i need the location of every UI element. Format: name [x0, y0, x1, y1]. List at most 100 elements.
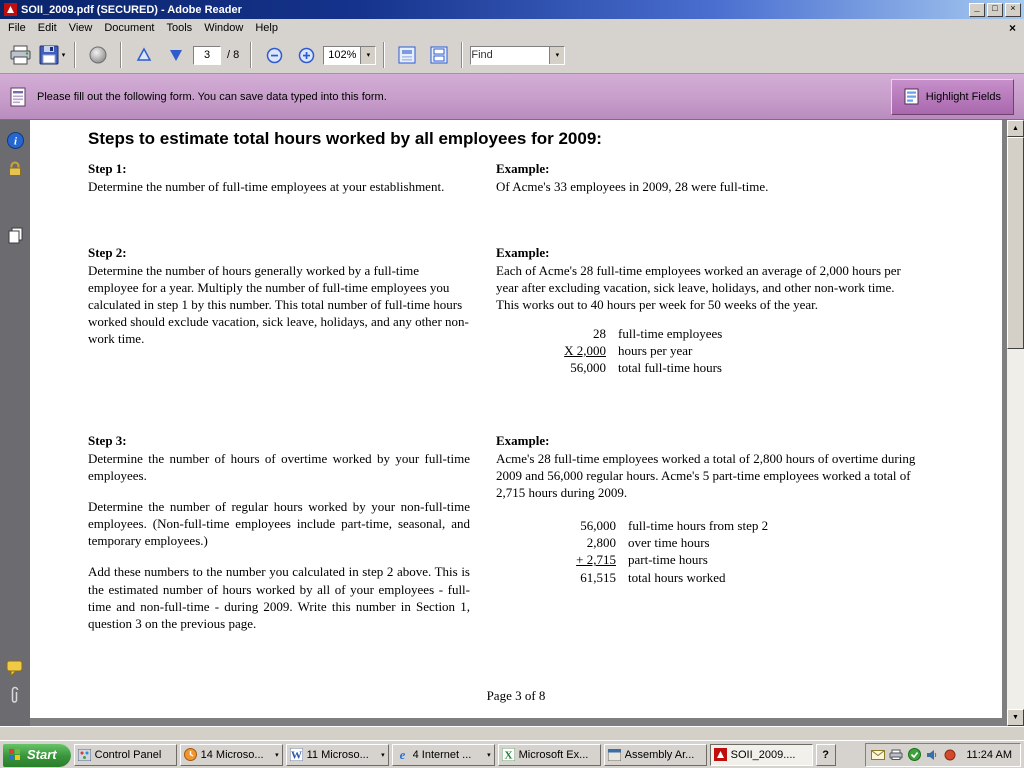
info-icon: i [7, 132, 24, 149]
document-columns: Step 1: Determine the number of full-tim… [88, 160, 974, 632]
pages-panel-button[interactable] [3, 224, 27, 248]
arrow-up-icon [136, 47, 152, 63]
document-close-icon[interactable]: × [1001, 21, 1024, 35]
calc-number: 28 [496, 325, 606, 342]
example-text: Of Acme's 33 employees in 2009, 28 were … [496, 178, 916, 195]
highlight-fields-icon [904, 88, 919, 105]
how-to-panel-button[interactable]: i [3, 128, 27, 152]
antivirus-tray-icon[interactable] [907, 748, 921, 762]
toolbar-separator [120, 42, 122, 68]
toolbar-separator [250, 42, 252, 68]
calc-number: 56,000 [496, 517, 616, 534]
svg-text:W: W [291, 750, 302, 762]
example-1-block: Example: Of Acme's 33 employees in 2009,… [496, 160, 916, 244]
calculation-2: 56,000full-time hours from step 2 2,800o… [496, 517, 916, 586]
navigation-sidebar: i [0, 120, 30, 726]
pan-tool-button[interactable] [83, 40, 113, 70]
clock[interactable]: 11:24 AM [966, 749, 1012, 761]
menu-help[interactable]: Help [249, 20, 284, 36]
menu-document[interactable]: Document [98, 20, 160, 36]
volume-tray-icon[interactable] [925, 748, 939, 762]
page-total-label: / 8 [227, 49, 239, 61]
help-button[interactable]: ? [816, 744, 836, 766]
taskbar-button-control-panel[interactable]: Control Panel [74, 744, 177, 766]
horizontal-scrollbar[interactable] [0, 726, 1024, 740]
close-button[interactable]: × [1005, 3, 1021, 17]
attachments-panel-button[interactable] [3, 684, 27, 708]
paperclip-icon [9, 686, 21, 706]
step-3-block: Step 3: Determine the number of hours of… [88, 432, 470, 632]
network-tray-icon[interactable] [943, 748, 957, 762]
taskbar-button-excel[interactable]: X Microsoft Ex... [498, 744, 601, 766]
start-button[interactable]: Start [3, 743, 71, 767]
highlight-fields-label: Highlight Fields [926, 91, 1001, 103]
calc-row: 28full-time employees [496, 325, 916, 342]
page-number-input[interactable] [193, 46, 221, 65]
minimize-button[interactable]: _ [969, 3, 985, 17]
comments-panel-button[interactable] [3, 656, 27, 680]
taskbar-button-word-group[interactable]: W 11 Microso... ▾ [286, 744, 389, 766]
title-bar: SOII_2009.pdf (SECURED) - Adobe Reader _… [0, 0, 1024, 19]
calc-label: over time hours [628, 534, 710, 551]
chevron-down-icon[interactable]: ▾ [549, 47, 564, 64]
mail-tray-icon[interactable] [871, 748, 885, 762]
menu-file[interactable]: File [2, 20, 32, 36]
arrow-down-icon [168, 47, 184, 63]
step-1-block: Step 1: Determine the number of full-tim… [88, 160, 470, 244]
example-text: Each of Acme's 28 full-time employees wo… [496, 262, 916, 313]
chevron-down-icon: ▾ [487, 751, 491, 759]
internet-explorer-icon: e [396, 748, 410, 761]
zoom-in-button[interactable] [291, 40, 321, 70]
toolbar-separator [383, 42, 385, 68]
toolbar-separator [461, 42, 463, 68]
comment-bubble-icon [6, 660, 24, 677]
taskbar-button-soii-pdf[interactable]: SOII_2009.... [710, 744, 813, 766]
maximize-button[interactable]: □ [987, 3, 1003, 17]
fit-page-button[interactable] [424, 40, 454, 70]
start-label: Start [27, 747, 57, 762]
toolbar-separator [74, 42, 76, 68]
step-text: Determine the number of hours generally … [88, 262, 470, 348]
calc-label: total hours worked [628, 569, 725, 586]
document-area: i Steps to estimate total hours worked b… [0, 120, 1024, 740]
word-icon: W [290, 748, 304, 761]
menu-edit[interactable]: Edit [32, 20, 63, 36]
chevron-down-icon: ▾ [275, 751, 279, 759]
zoom-out-button[interactable] [259, 40, 289, 70]
calc-row: X 2,000hours per year [496, 342, 916, 359]
chevron-down-icon[interactable]: ▾ [360, 47, 375, 64]
vertical-scrollbar[interactable]: ▲ ▼ [1007, 120, 1024, 726]
calc-label: total full-time hours [618, 359, 722, 376]
fit-page-icon [429, 45, 449, 65]
find-input[interactable] [471, 48, 549, 63]
highlight-fields-button[interactable]: Highlight Fields [891, 79, 1014, 115]
zoom-value: 102% [324, 49, 360, 61]
printer-tray-icon[interactable] [889, 748, 903, 762]
scroll-down-icon[interactable]: ▼ [1007, 709, 1024, 726]
scrolling-mode-button[interactable] [392, 40, 422, 70]
pdf-page: Steps to estimate total hours worked by … [30, 120, 1002, 718]
excel-icon: X [502, 748, 516, 761]
print-button[interactable] [5, 40, 35, 70]
pages-icon [7, 227, 24, 245]
menu-window[interactable]: Window [198, 20, 249, 36]
step-text: Determine the number of hours of overtim… [88, 450, 470, 484]
calc-number: X 2,000 [496, 342, 606, 359]
scrollbar-thumb[interactable] [1007, 137, 1024, 349]
example-label: Example: [496, 244, 916, 261]
taskbar-button-outlook-group[interactable]: 14 Microso... ▾ [180, 744, 283, 766]
taskbar-button-assembly[interactable]: Assembly Ar... [604, 744, 707, 766]
previous-page-button[interactable] [129, 40, 159, 70]
zoom-level-combo[interactable]: 102% ▾ [323, 46, 376, 65]
next-page-button[interactable] [161, 40, 191, 70]
menu-tools[interactable]: Tools [161, 20, 199, 36]
save-copy-button[interactable]: ▾ [37, 40, 67, 70]
scroll-up-icon[interactable]: ▲ [1007, 120, 1024, 137]
security-panel-button[interactable] [3, 156, 27, 180]
taskbar-button-internet-group[interactable]: e 4 Internet ... ▾ [392, 744, 495, 766]
step-text: Determine the number of full-time employ… [88, 178, 470, 195]
menu-view[interactable]: View [63, 20, 99, 36]
calc-number: 56,000 [496, 359, 606, 376]
form-message-bar: Please fill out the following form. You … [0, 74, 1024, 120]
window-title: SOII_2009.pdf (SECURED) - Adobe Reader [21, 4, 967, 16]
